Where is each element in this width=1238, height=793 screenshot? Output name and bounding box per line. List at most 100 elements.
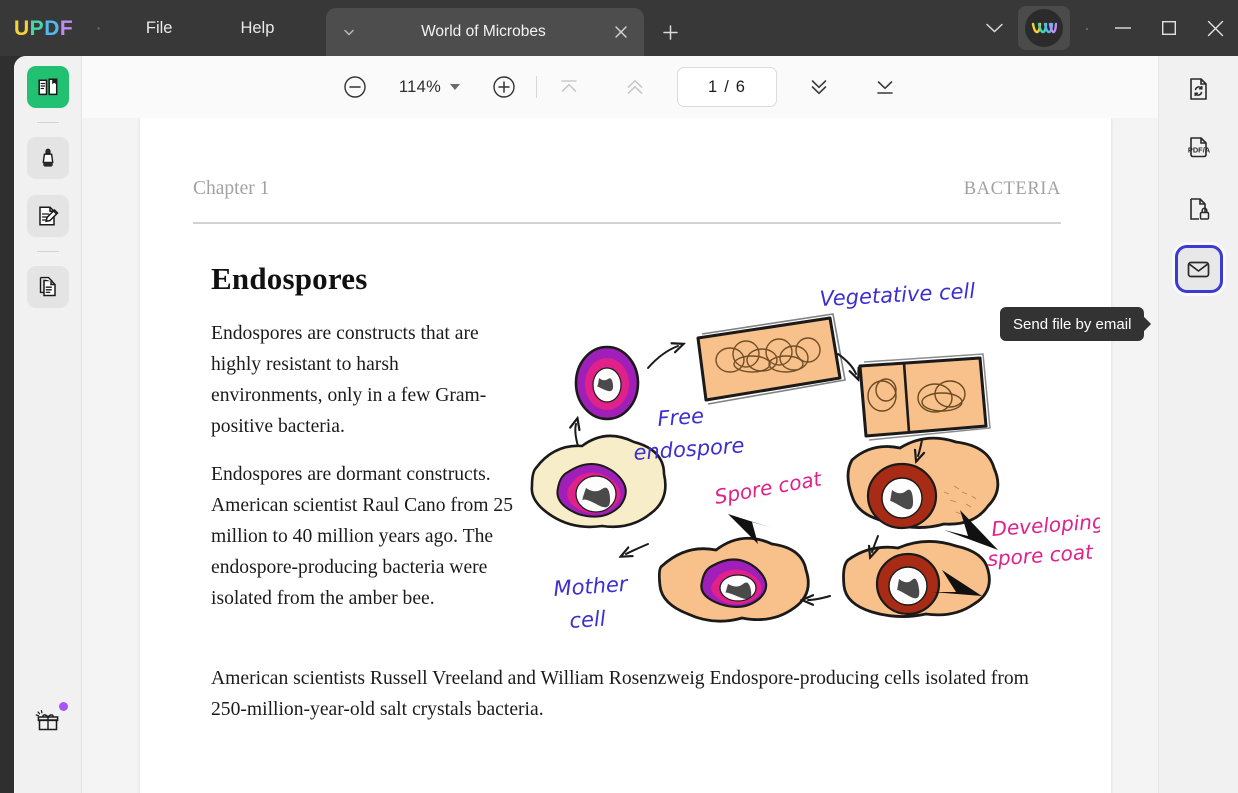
zoom-level-dropdown[interactable]: 114% [389, 69, 470, 105]
double-chevron-up-icon [627, 79, 643, 94]
document-viewer[interactable]: Chapter 1 BACTERIA Endospores Endospores… [82, 118, 1158, 793]
window-right-controls: · [974, 0, 1238, 56]
sidebar-item-reader[interactable] [26, 66, 69, 108]
document-refresh-icon [1189, 78, 1207, 100]
highlighter-icon [41, 148, 54, 167]
arrow-to-vegetative [647, 346, 678, 369]
title-bar: U P D F · File Help World of Microbes · [0, 0, 1238, 56]
convert-pdf-button[interactable] [1178, 68, 1220, 110]
page-running-head: Chapter 1 BACTERIA [193, 178, 1061, 200]
window-dot: · [1084, 17, 1090, 38]
avatar [1025, 9, 1063, 47]
menu-help[interactable]: Help [226, 13, 288, 44]
label-spore-coat: Spore coat [713, 466, 825, 509]
plus-circle-icon [493, 76, 515, 98]
last-page-icon [877, 81, 893, 94]
label-mother-cell-line1: Mother [553, 572, 630, 601]
minus-circle-icon [344, 76, 366, 98]
new-tab-button[interactable] [652, 14, 688, 50]
pdf-page-1: Chapter 1 BACTERIA Endospores Endospores… [140, 118, 1111, 793]
sidebar-item-edit-pdf[interactable] [26, 195, 69, 237]
updf-logo: U P D F [14, 18, 73, 39]
arrow-to-mother [626, 543, 649, 554]
logo-letter-p: P [29, 16, 45, 40]
next-page-button[interactable] [799, 67, 839, 107]
pdfa-icon: PDF/A [1187, 137, 1210, 158]
dividing-cell-shape [858, 353, 991, 441]
previous-page-button[interactable] [615, 67, 655, 107]
chevron-down-icon[interactable] [974, 8, 1014, 48]
header-rule [193, 222, 1061, 224]
page-title: Endospores [211, 261, 368, 296]
footer-paragraph: American scientists Russell Vreeland and… [211, 668, 1029, 720]
mature-spore-cell-shape [842, 540, 991, 618]
rail-divider-1 [36, 122, 59, 123]
label-mother-cell-line2: cell [569, 607, 607, 633]
pdfa-button[interactable]: PDF/A [1178, 128, 1220, 170]
right-sidebar: PDF/A [1158, 56, 1238, 793]
arrow-to-free-endospore [575, 424, 578, 447]
paragraph-1: Endospores are constructs that are highl… [211, 323, 487, 437]
menu-file[interactable]: File [132, 13, 187, 44]
logo-letter-u: U [14, 16, 30, 40]
first-page-button[interactable] [549, 67, 589, 107]
protect-button[interactable] [1178, 188, 1220, 230]
label-vegetative-cell: Vegetative cell [819, 279, 976, 311]
chapter-label: Chapter 1 [193, 178, 270, 199]
sidebar-item-organize-pages[interactable] [26, 266, 69, 308]
gift-button[interactable] [27, 701, 69, 743]
titlebar-dot: · [95, 17, 102, 39]
rail-divider-2 [36, 251, 59, 252]
zoom-out-button[interactable] [335, 67, 375, 107]
book-label: BACTERIA [963, 179, 1061, 199]
label-free-endospore-line1: Free [657, 404, 705, 431]
app-panel: 114% 1 / 6 Chapter 1 BACTERIA Endospores… [14, 56, 1238, 793]
vegetative-cell-shape [696, 313, 846, 405]
chevron-down-icon [450, 84, 461, 90]
tab-strip: World of Microbes [326, 0, 688, 56]
document-pen-icon [38, 206, 59, 226]
svg-text:PDF/A: PDF/A [1187, 146, 1210, 155]
send-email-button[interactable] [1177, 248, 1220, 290]
arrow-to-sporecoat [808, 596, 831, 600]
tab-world-of-microbes[interactable]: World of Microbes [326, 8, 645, 56]
logo-letter-f: F [59, 16, 74, 40]
pages-copy-icon [39, 276, 56, 297]
toolbar-divider [536, 76, 538, 98]
envelope-icon [1187, 261, 1210, 277]
gift-icon [35, 710, 59, 731]
updf-window: U P D F · File Help World of Microbes · … [0, 0, 1238, 793]
workspace: 114% 1 / 6 Chapter 1 BACTERIA Endospores… [0, 56, 1238, 793]
zoom-in-button[interactable] [484, 67, 524, 107]
arrow-to-dividing [837, 353, 856, 374]
label-developing-line2: spore coat [987, 540, 1095, 571]
first-page-icon [561, 80, 577, 92]
minimize-button[interactable] [1100, 0, 1146, 56]
tooltip-send-file-by-email: Send file by email [1000, 307, 1145, 341]
paragraph-2: Endospores are dormant constructs. Ameri… [211, 464, 514, 609]
sidebar-item-comment[interactable] [26, 137, 69, 179]
double-chevron-down-icon [811, 80, 827, 95]
viewer-toolbar: 114% 1 / 6 [82, 56, 1158, 118]
page-number-input[interactable]: 1 / 6 [677, 67, 778, 107]
tab-close-icon[interactable] [608, 19, 634, 45]
body-column: Endospores are constructs that are highl… [211, 318, 513, 614]
gift-area [14, 701, 82, 743]
last-page-button[interactable] [865, 67, 905, 107]
logo-letter-d: D [44, 16, 60, 40]
spore-coat-cell-shape [657, 536, 810, 623]
book-icon [37, 78, 57, 96]
developing-spore-cell-shape [846, 436, 1000, 530]
tab-dropdown-caret-icon[interactable] [340, 29, 358, 36]
label-developing-line1: Developing [991, 509, 1100, 541]
free-endospore-shape [574, 345, 640, 421]
left-sidebar [14, 56, 82, 793]
maximize-button[interactable] [1146, 0, 1192, 56]
document-lock-icon [1189, 198, 1209, 220]
account-avatar-button[interactable] [1018, 6, 1070, 50]
gift-badge-dot [59, 702, 68, 711]
tab-title: World of Microbes [421, 23, 546, 40]
zoom-level-value: 114% [398, 77, 442, 96]
close-window-button[interactable] [1192, 0, 1238, 56]
label-free-endospore-line2: endospore [633, 433, 745, 465]
